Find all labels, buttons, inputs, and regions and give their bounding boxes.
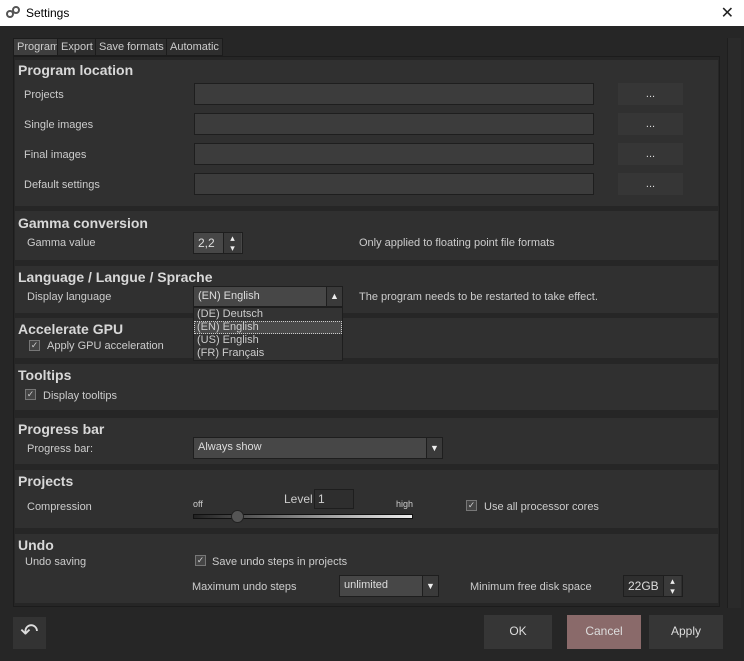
- projects-label: Projects: [24, 89, 64, 101]
- max-undo-label: Maximum undo steps: [192, 581, 297, 593]
- slider-high-label: high: [396, 499, 414, 509]
- save-undo-checkbox[interactable]: ✓: [195, 555, 206, 566]
- cancel-button[interactable]: Cancel: [567, 615, 641, 649]
- section-title: Program location: [18, 62, 134, 78]
- disk-space-value: 22GB: [628, 579, 659, 593]
- cores-checkbox-label: Use all processor cores: [484, 501, 599, 513]
- projects-browse-button[interactable]: ...: [618, 83, 683, 105]
- section-title: Projects: [18, 473, 74, 489]
- section-title: Accelerate GPU: [18, 321, 124, 337]
- section-title: Gamma conversion: [18, 215, 148, 231]
- section-projects: [15, 470, 718, 528]
- gamma-value: 2,2: [198, 236, 215, 250]
- slider-handle[interactable]: [231, 510, 244, 523]
- final-images-browse-button[interactable]: ...: [618, 143, 683, 165]
- compression-label: Compression: [27, 501, 92, 513]
- spin-arrows-icon[interactable]: ▴ ▾: [663, 576, 681, 596]
- language-option[interactable]: (FR) Français: [194, 347, 342, 360]
- default-settings-browse-button[interactable]: ...: [618, 173, 683, 195]
- disk-space-label: Minimum free disk space: [470, 581, 592, 593]
- chevron-up-icon[interactable]: ▲: [326, 287, 342, 306]
- language-dropdown-list: (DE) Deutsch (EN) English (US) English (…: [193, 307, 343, 361]
- final-images-label: Final images: [24, 149, 87, 161]
- language-label: Display language: [27, 291, 112, 303]
- final-images-path-input[interactable]: [194, 143, 594, 165]
- progress-label: Progress bar:: [27, 443, 94, 455]
- ok-button[interactable]: OK: [484, 615, 552, 649]
- tooltips-checkbox-label: Display tooltips: [43, 390, 117, 402]
- max-undo-selected: unlimited: [344, 579, 389, 591]
- cores-checkbox[interactable]: ✓: [466, 500, 477, 511]
- app-gears-icon: [6, 6, 20, 18]
- tab-export[interactable]: Export: [57, 38, 97, 56]
- chevron-down-icon[interactable]: ▼: [422, 576, 438, 596]
- section-tooltips: [15, 364, 718, 410]
- spin-arrows-icon[interactable]: ▴ ▾: [223, 233, 241, 253]
- apply-button[interactable]: Apply: [649, 615, 723, 649]
- window-title: Settings: [26, 6, 70, 20]
- title-bar: Settings ✕: [0, 0, 744, 26]
- chevron-down-icon[interactable]: ▼: [426, 438, 442, 458]
- gamma-label: Gamma value: [27, 237, 96, 249]
- language-selected: (EN) English: [198, 290, 260, 302]
- language-option-selected[interactable]: (EN) English: [194, 321, 342, 334]
- section-title: Language / Langue / Sprache: [18, 269, 213, 285]
- tab-automatic[interactable]: Automatic: [166, 38, 223, 56]
- section-title: Tooltips: [18, 367, 72, 383]
- compression-slider[interactable]: [193, 514, 413, 519]
- language-note: The program needs to be restarted to tak…: [359, 291, 598, 303]
- section-title: Progress bar: [18, 421, 105, 437]
- tooltips-checkbox[interactable]: ✓: [25, 389, 36, 400]
- reset-undo-icon[interactable]: ↶: [13, 617, 46, 649]
- slider-off-label: off: [193, 499, 203, 509]
- gpu-checkbox[interactable]: ✓: [29, 340, 40, 351]
- section-title: Undo: [18, 537, 54, 553]
- language-select[interactable]: (EN) English: [193, 286, 343, 307]
- single-images-path-input[interactable]: [194, 113, 594, 135]
- default-settings-label: Default settings: [24, 179, 100, 191]
- language-option[interactable]: (DE) Deutsch: [194, 308, 342, 321]
- progress-select[interactable]: Always show: [193, 437, 443, 459]
- gamma-note: Only applied to floating point file form…: [359, 237, 555, 249]
- tab-program[interactable]: Program: [13, 38, 64, 56]
- default-settings-path-input[interactable]: [194, 173, 594, 195]
- single-images-browse-button[interactable]: ...: [618, 113, 683, 135]
- projects-path-input[interactable]: [194, 83, 594, 105]
- progress-selected: Always show: [198, 441, 262, 453]
- tab-save-formats[interactable]: Save formats: [95, 38, 168, 56]
- gpu-checkbox-label: Apply GPU acceleration: [47, 340, 164, 352]
- language-option[interactable]: (US) English: [194, 334, 342, 347]
- level-label: Level: [284, 492, 313, 506]
- undo-saving-label: Undo saving: [25, 556, 87, 568]
- level-input[interactable]: 1: [314, 489, 354, 509]
- close-icon[interactable]: ✕: [721, 3, 734, 23]
- single-images-label: Single images: [24, 119, 94, 131]
- scrollbar[interactable]: [727, 38, 741, 608]
- save-undo-label: Save undo steps in projects: [212, 556, 348, 568]
